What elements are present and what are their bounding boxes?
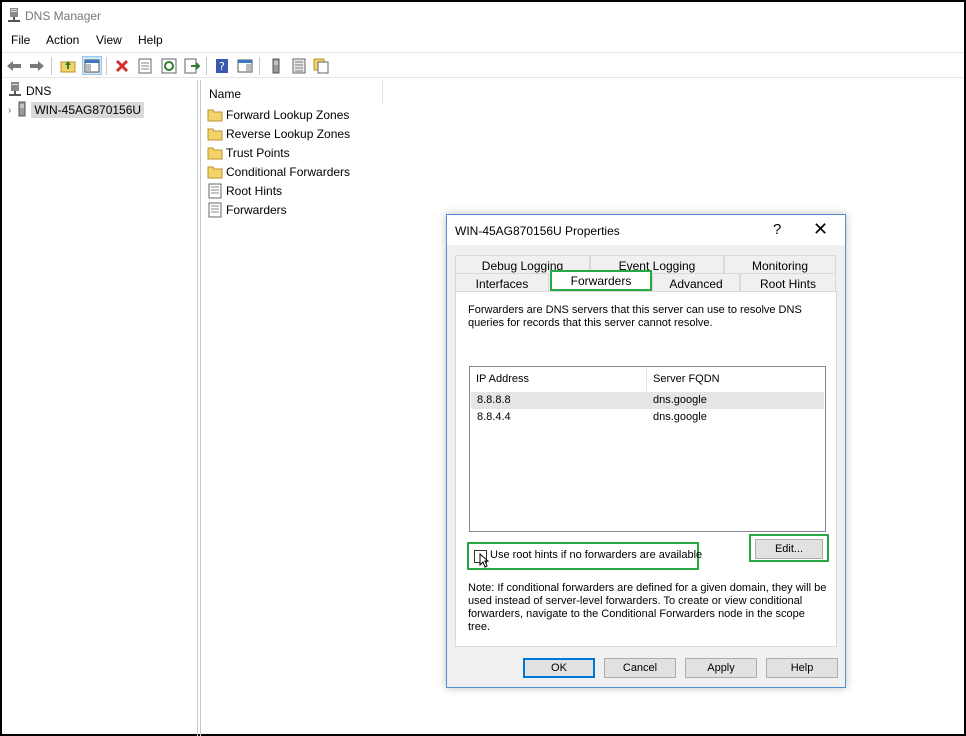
list-item-label: Root Hints bbox=[226, 184, 283, 198]
tab-advanced[interactable]: Advanced bbox=[652, 273, 740, 291]
server-fqdn-column-header[interactable]: Server FQDN bbox=[647, 367, 823, 391]
tab-forwarders[interactable]: Forwarders bbox=[550, 270, 652, 291]
server-button[interactable] bbox=[266, 56, 286, 75]
help-book-icon: ? bbox=[216, 58, 228, 73]
dialog-title-bar: WIN-45AG870156U Properties ? ✕ bbox=[447, 215, 845, 245]
fqdn-cell: dns.google bbox=[653, 394, 707, 406]
expand-chevron-icon[interactable]: › bbox=[8, 105, 11, 116]
list-item[interactable]: Trust Points bbox=[207, 144, 290, 162]
help-button-dialog[interactable]: Help bbox=[766, 658, 838, 678]
copy-button[interactable] bbox=[311, 56, 331, 75]
conditional-forwarders-note: Note: If conditional forwarders are defi… bbox=[468, 582, 827, 633]
folder-icon bbox=[207, 145, 223, 161]
back-arrow-icon bbox=[7, 60, 21, 71]
ip-address-cell: 8.8.4.4 bbox=[477, 411, 511, 423]
show-action-pane-button[interactable] bbox=[235, 56, 255, 75]
export-list-icon bbox=[184, 58, 200, 73]
menu-action[interactable]: Action bbox=[46, 33, 79, 47]
server-tree-icon bbox=[17, 101, 27, 120]
delete-button[interactable] bbox=[112, 56, 132, 75]
list-item[interactable]: Reverse Lookup Zones bbox=[207, 125, 350, 143]
console-tree-icon bbox=[84, 59, 100, 72]
properties-button[interactable] bbox=[135, 56, 155, 75]
menu-help[interactable]: Help bbox=[138, 33, 163, 47]
cancel-button[interactable]: Cancel bbox=[604, 658, 676, 678]
tab-monitoring[interactable]: Monitoring bbox=[724, 255, 836, 273]
toolbar-separator bbox=[51, 57, 52, 75]
export-list-button[interactable] bbox=[182, 56, 202, 75]
refresh-button[interactable] bbox=[159, 56, 179, 75]
show-hide-console-tree-button[interactable] bbox=[82, 56, 102, 75]
forwarders-description: Forwarders are DNS servers that this ser… bbox=[468, 304, 802, 329]
fqdn-cell: dns.google bbox=[653, 411, 707, 423]
refresh-icon bbox=[161, 58, 177, 73]
forward-arrow-icon bbox=[30, 60, 44, 71]
toolbar-separator bbox=[106, 57, 107, 75]
menu-file[interactable]: File bbox=[11, 33, 30, 47]
ip-address-cell: 8.8.8.8 bbox=[477, 394, 511, 406]
folder-icon bbox=[207, 164, 223, 180]
list-item[interactable]: Conditional Forwarders bbox=[207, 163, 350, 181]
console-tree: DNS › WIN-45AG870156U bbox=[2, 80, 198, 736]
folder-icon bbox=[207, 126, 223, 142]
mouse-cursor-icon bbox=[479, 552, 490, 571]
menu-bar: File Action View Help bbox=[2, 30, 964, 50]
forward-button[interactable] bbox=[27, 56, 47, 75]
list-item-label: Forward Lookup Zones bbox=[226, 108, 350, 122]
tab-root-hints[interactable]: Root Hints bbox=[740, 273, 836, 291]
back-button[interactable] bbox=[4, 56, 24, 75]
svg-text:?: ? bbox=[219, 60, 225, 73]
use-root-hints-label[interactable]: Use root hints if no forwarders are avai… bbox=[490, 549, 702, 561]
folder-up-icon bbox=[60, 60, 76, 72]
list-item[interactable]: Root Hints bbox=[207, 182, 282, 200]
table-row[interactable]: 8.8.4.4 dns.google bbox=[471, 409, 824, 426]
list-item-label: Trust Points bbox=[226, 146, 290, 160]
menu-view[interactable]: View bbox=[96, 33, 122, 47]
tree-item-dns[interactable]: DNS bbox=[8, 81, 52, 101]
dialog-title: WIN-45AG870156U Properties bbox=[455, 224, 620, 238]
tree-label-dns: DNS bbox=[26, 84, 52, 98]
tab-interfaces[interactable]: Interfaces bbox=[455, 273, 549, 291]
title-bar: DNS Manager bbox=[2, 2, 964, 30]
document-icon bbox=[207, 202, 223, 218]
name-column-header[interactable]: Name bbox=[201, 80, 383, 104]
tree-item-server[interactable]: › WIN-45AG870156U bbox=[8, 101, 145, 120]
delete-x-icon bbox=[115, 59, 129, 72]
help-question-icon[interactable]: ? bbox=[773, 221, 781, 238]
dns-manager-window: DNS Manager File Action View Help ? DNS … bbox=[0, 0, 966, 736]
list-item-label: Reverse Lookup Zones bbox=[226, 127, 351, 141]
window-title: DNS Manager bbox=[25, 9, 102, 23]
list-view-button[interactable] bbox=[289, 56, 309, 75]
up-one-level-button[interactable] bbox=[58, 56, 78, 75]
use-root-hints-option[interactable]: Use root hints if no forwarders are avai… bbox=[467, 542, 702, 571]
list-item-label: Forwarders bbox=[226, 203, 287, 217]
list-item[interactable]: Forward Lookup Zones bbox=[207, 106, 349, 124]
ip-address-column-header[interactable]: IP Address bbox=[470, 367, 647, 391]
properties-dialog: WIN-45AG870156U Properties ? ✕ Debug Log… bbox=[446, 214, 846, 688]
forwarders-table: IP Address Server FQDN 8.8.8.8 dns.googl… bbox=[469, 366, 826, 532]
table-row[interactable]: 8.8.8.8 dns.google bbox=[471, 392, 824, 409]
tree-label-server: WIN-45AG870156U bbox=[31, 102, 145, 118]
edit-button[interactable]: Edit... bbox=[755, 539, 823, 559]
close-icon[interactable]: ✕ bbox=[813, 219, 828, 240]
document-icon bbox=[207, 183, 223, 199]
toolbar-separator bbox=[206, 57, 207, 75]
server-icon bbox=[272, 58, 280, 73]
list-document-icon bbox=[292, 58, 306, 73]
list-item-label: Conditional Forwarders bbox=[226, 165, 351, 179]
copy-documents-icon bbox=[313, 58, 329, 73]
list-item[interactable]: Forwarders bbox=[207, 201, 287, 219]
forwarders-tab-panel: Forwarders are DNS servers that this ser… bbox=[455, 291, 837, 647]
toolbar: ? bbox=[2, 52, 964, 78]
dns-tree-icon bbox=[8, 81, 22, 101]
action-pane-icon bbox=[237, 59, 253, 72]
properties-icon bbox=[138, 58, 152, 73]
help-button[interactable]: ? bbox=[212, 56, 232, 75]
dns-app-icon bbox=[7, 8, 21, 24]
ok-button[interactable]: OK bbox=[523, 658, 595, 678]
edit-button-highlight: Edit... bbox=[749, 534, 829, 562]
apply-button[interactable]: Apply bbox=[685, 658, 757, 678]
toolbar-separator bbox=[259, 57, 260, 75]
folder-icon bbox=[207, 107, 223, 123]
